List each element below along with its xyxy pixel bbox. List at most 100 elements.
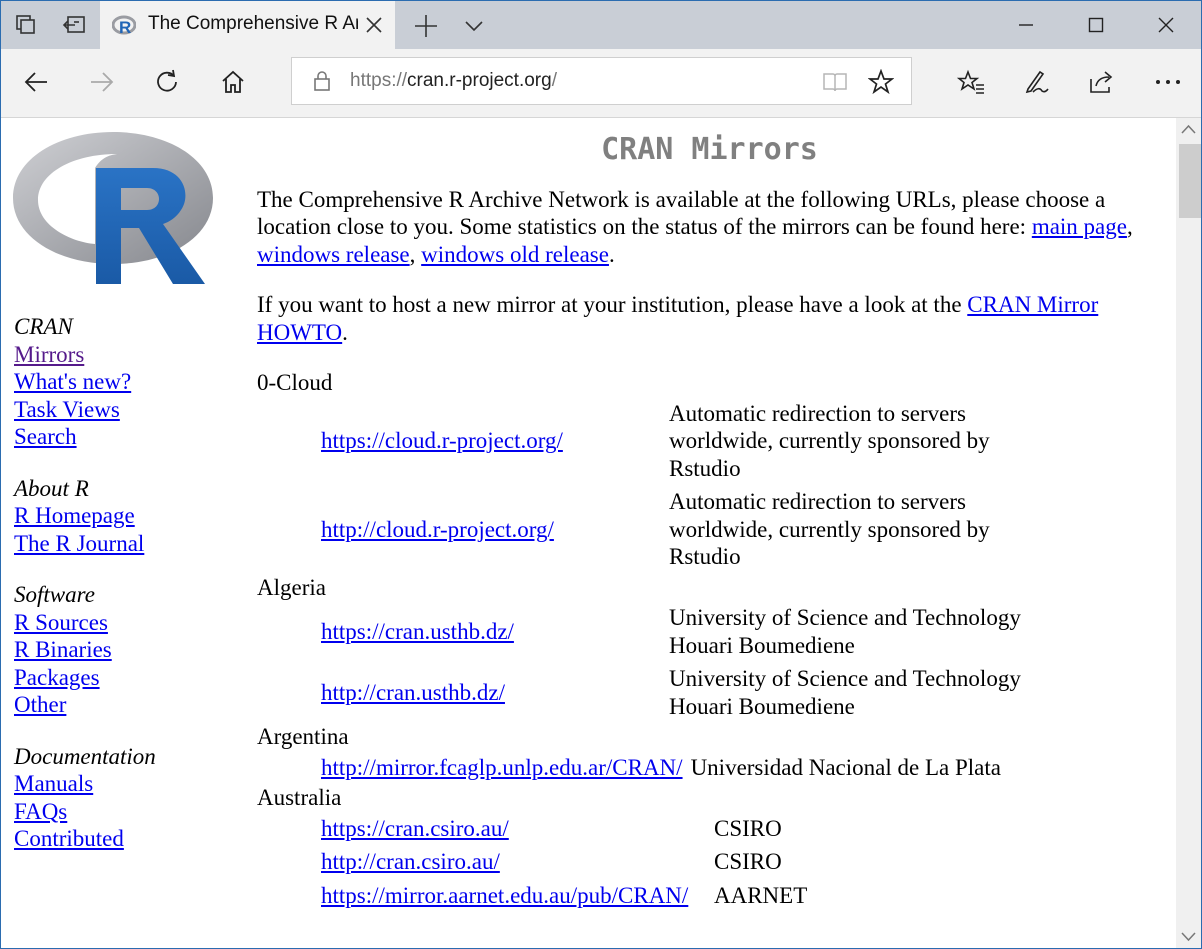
refresh-button[interactable] — [152, 67, 182, 97]
chevron-down-icon[interactable] — [463, 15, 485, 37]
forward-button[interactable] — [87, 67, 117, 97]
host-text: If you want to host a new mirror at your… — [257, 292, 968, 317]
mirror-link[interactable]: http://cran.usthb.dz/ — [321, 680, 505, 705]
url-path: / — [551, 70, 557, 91]
mirror-link[interactable]: https://cran.usthb.dz/ — [321, 619, 514, 644]
address-url[interactable]: https://cran.r-project.org/ — [350, 70, 557, 92]
address-bar[interactable]: https://cran.r-project.org/ — [291, 57, 912, 105]
sidebar-link-manuals[interactable]: Manuals — [14, 770, 234, 798]
mirror-link[interactable]: http://cloud.r-project.org/ — [321, 517, 554, 542]
sidebar-link-task-views[interactable]: Task Views — [14, 396, 234, 424]
sidebar-link-r-homepage[interactable]: R Homepage — [14, 502, 234, 530]
country-heading: Argentina — [257, 724, 349, 749]
url-scheme: https:// — [350, 70, 408, 91]
close-tab-icon[interactable] — [364, 15, 384, 35]
back-button[interactable] — [21, 67, 51, 97]
mirror-description: University of Science and Technology Hou… — [669, 605, 1021, 658]
more-button[interactable] — [1153, 67, 1183, 97]
country-heading: 0-Cloud — [257, 370, 333, 395]
favorites-list-icon — [957, 69, 984, 94]
windows-release-link[interactable]: windows release — [257, 242, 410, 267]
notes-button[interactable] — [1022, 67, 1052, 97]
windows-old-release-link[interactable]: windows old release — [421, 242, 609, 267]
sidebar-link-packages[interactable]: Packages — [14, 664, 234, 692]
table-row: http://mirror.fcaglp.unlp.edu.ar/CRAN/ U… — [317, 751, 1005, 785]
mirror-table: https://cran.csiro.au/ CSIRO http://cran… — [317, 812, 811, 913]
close-window-button[interactable] — [1131, 1, 1201, 49]
reading-view-icon[interactable] — [822, 70, 848, 94]
maximize-icon — [1088, 17, 1104, 33]
share-button[interactable] — [1087, 67, 1117, 97]
browser-window: R The Comprehensive R Archive Network — [0, 0, 1202, 949]
svg-text:R: R — [119, 18, 131, 36]
favorites-button[interactable] — [956, 67, 986, 97]
sidebar-link-mirrors[interactable]: Mirrors — [14, 341, 234, 369]
sidebar-link-r-binaries[interactable]: R Binaries — [14, 636, 234, 664]
table-row: http://cran.csiro.au/ CSIRO — [317, 845, 811, 879]
sidebar-link-contributed[interactable]: Contributed — [14, 825, 234, 853]
tab-title: The Comprehensive R Archive Network — [148, 13, 358, 34]
mirror-url-cell: http://mirror.fcaglp.unlp.edu.ar/CRAN/ — [317, 751, 687, 785]
favorite-star-icon[interactable] — [868, 69, 894, 95]
mirror-description: University of Science and Technology Hou… — [669, 666, 1021, 719]
mirror-link[interactable]: https://mirror.aarnet.edu.au/pub/CRAN/ — [321, 883, 688, 908]
table-row: http://cran.usthb.dz/ University of Scie… — [317, 662, 1063, 723]
mirror-description: AARNET — [714, 882, 808, 908]
maximize-button[interactable] — [1061, 1, 1131, 49]
r-logo — [13, 132, 213, 284]
mirror-url-cell: http://cran.csiro.au/ — [317, 845, 710, 879]
mirror-url-cell: https://cloud.r-project.org/ — [317, 397, 665, 486]
scrollbar-thumb[interactable] — [1179, 144, 1201, 218]
mirror-url-cell: https://mirror.aarnet.edu.au/pub/CRAN/ — [317, 879, 710, 913]
scroll-up-arrow-icon[interactable] — [1176, 118, 1201, 142]
mirror-link[interactable]: http://cran.csiro.au/ — [321, 849, 500, 874]
r-logo-icon: R — [112, 15, 136, 36]
sidebar-nav: CRAN Mirrors What's new? Task Views Sear… — [14, 313, 234, 853]
close-icon — [1158, 17, 1174, 33]
mirror-url-cell: https://cran.csiro.au/ — [317, 812, 710, 846]
set-aside-tabs-icon[interactable] — [62, 13, 86, 37]
table-row: http://cloud.r-project.org/ Automatic re… — [317, 485, 1063, 574]
mirror-table: https://cloud.r-project.org/ Automatic r… — [317, 397, 1063, 574]
mirror-url-cell: http://cran.usthb.dz/ — [317, 662, 665, 723]
table-row: https://cran.usthb.dz/ University of Sci… — [317, 601, 1063, 662]
country-heading: Algeria — [257, 574, 326, 600]
minimize-button[interactable] — [991, 1, 1061, 49]
scroll-down-arrow-icon[interactable] — [1176, 924, 1201, 948]
mirror-description: CSIRO — [714, 849, 782, 874]
ellipsis-icon — [1156, 80, 1180, 84]
sidebar-heading-software: Software — [14, 582, 95, 607]
tab-manager-icon[interactable] — [14, 13, 38, 37]
vertical-scrollbar[interactable] — [1176, 118, 1201, 948]
sidebar-link-other[interactable]: Other — [14, 691, 234, 719]
tab-bar: R The Comprehensive R Archive Network — [1, 1, 1201, 49]
mirror-table: https://cran.usthb.dz/ University of Sci… — [317, 601, 1063, 723]
minimize-icon — [1019, 24, 1033, 26]
home-button[interactable] — [218, 67, 248, 97]
url-host: cran.r-project.org — [407, 70, 552, 91]
main-page-link[interactable]: main page — [1032, 214, 1127, 239]
sidebar-link-r-sources[interactable]: R Sources — [14, 609, 234, 637]
mirror-description: Automatic redirection to servers worldwi… — [669, 400, 990, 481]
mirror-link[interactable]: http://mirror.fcaglp.unlp.edu.ar/CRAN/ — [321, 755, 683, 780]
sidebar-link-whats-new[interactable]: What's new? — [14, 368, 234, 396]
intro-text: The Comprehensive R Archive Network is a… — [257, 186, 1106, 240]
navigation-toolbar: https://cran.r-project.org/ — [1, 49, 1201, 118]
sidebar-link-faqs[interactable]: FAQs — [14, 798, 234, 826]
mirror-link[interactable]: https://cloud.r-project.org/ — [321, 428, 563, 453]
lock-icon — [314, 71, 330, 91]
mirror-table: http://mirror.fcaglp.unlp.edu.ar/CRAN/ U… — [317, 751, 1005, 785]
mirror-url-cell: https://cran.usthb.dz/ — [317, 601, 665, 662]
new-tab-plus-icon[interactable] — [413, 13, 439, 39]
active-tab[interactable]: R The Comprehensive R Archive Network — [100, 1, 395, 49]
sidebar-link-r-journal[interactable]: The R Journal — [14, 530, 234, 558]
intro-paragraph: The Comprehensive R Archive Network is a… — [257, 186, 1133, 267]
sidebar-link-search[interactable]: Search — [14, 423, 234, 451]
country-heading: Australia — [257, 785, 342, 810]
home-icon — [222, 70, 244, 93]
forward-arrow-icon — [91, 72, 114, 92]
mirror-link[interactable]: https://cran.csiro.au/ — [321, 816, 509, 841]
